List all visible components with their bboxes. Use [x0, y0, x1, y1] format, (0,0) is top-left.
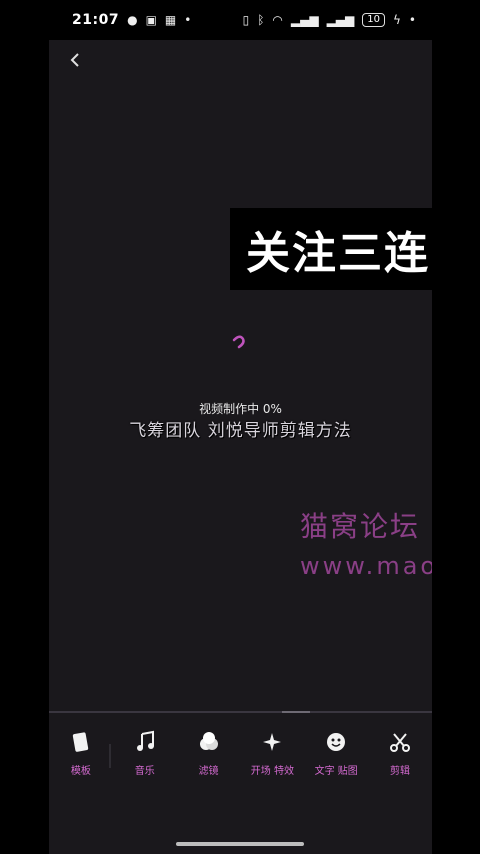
wechat-icon: ● [127, 13, 138, 27]
tool-label: 文字 贴图 [314, 766, 358, 777]
template-icon [72, 732, 89, 752]
tool-template[interactable]: 模板 [51, 720, 111, 777]
status-right: ▯ ᛒ ◠ ▂▄▆ ▂▄▆ 10 ϟ • [243, 13, 416, 27]
watermark-title: 猫窝论坛 [300, 510, 421, 543]
tool-opening-effects[interactable]: 开场 特效 [242, 720, 302, 777]
tool-label: 剪辑 [390, 766, 411, 777]
tool-text-sticker[interactable]: 文字 贴图 [306, 720, 366, 777]
status-left: 21:07 ● ▣ ▦ • [72, 12, 191, 28]
caption-overlay: 飞筹团队 刘悦导师剪辑方法 [129, 421, 352, 441]
dot-icon: • [408, 13, 416, 27]
status-time: 21:07 [72, 12, 120, 28]
grid-app-icon: ▦ [164, 13, 177, 27]
promo-banner: 关注三连 [230, 208, 480, 290]
battery-indicator: 10 [362, 13, 385, 27]
signal-icon: ▂▄▆ [326, 13, 355, 27]
scissors-icon [390, 733, 411, 752]
sparkle-icon [263, 733, 282, 751]
tool-label: 音乐 [134, 766, 155, 777]
dot-icon: • [184, 13, 192, 27]
tool-filter[interactable]: 滤镜 [179, 720, 239, 777]
status-bar: 21:07 ● ▣ ▦ • ▯ ᛒ ◠ ▂▄▆ ▂▄▆ 10 ϟ • [0, 0, 480, 40]
wifi-icon: ◠ [272, 13, 283, 27]
bottom-toolbar: 模板 音乐 滤镜 开场 特效 文字 贴图 剪辑 [49, 720, 432, 790]
tool-label: 模板 [70, 766, 91, 777]
progress-text: 视频制作中 0% [199, 402, 282, 416]
home-indicator[interactable] [176, 842, 304, 846]
tool-cut[interactable]: 剪辑 [370, 720, 430, 777]
chevron-left-icon [70, 53, 79, 67]
sticker-icon [327, 733, 346, 751]
toolbar-scroll-indicator [282, 711, 310, 713]
toolbar-divider [49, 711, 432, 713]
filter-icon [199, 732, 218, 750]
signal-icon: ▂▄▆ [290, 13, 319, 27]
loading-spinner-icon [232, 335, 245, 349]
charging-icon: ϟ [393, 13, 401, 27]
tool-label: 滤镜 [198, 766, 219, 777]
watermark-url: www.maowo.com [300, 552, 432, 580]
camera-app-icon: ▣ [145, 13, 157, 27]
back-button[interactable] [63, 48, 87, 72]
bluetooth-icon: ᛒ [257, 13, 265, 27]
vibrate-icon: ▯ [242, 13, 250, 27]
tool-music[interactable]: 音乐 [115, 720, 175, 777]
music-note-icon [136, 730, 154, 751]
tool-label: 开场 特效 [250, 766, 294, 777]
